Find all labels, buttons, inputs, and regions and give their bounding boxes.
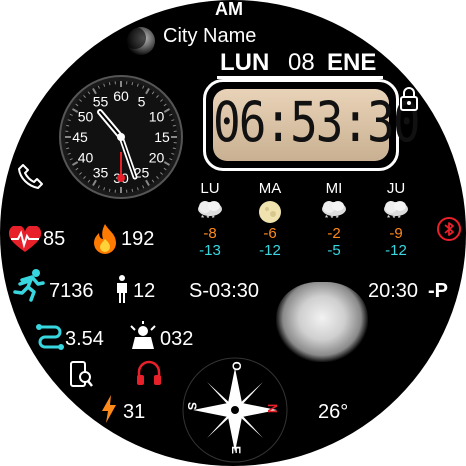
dial-tick: [108, 188, 111, 192]
standing-person-icon: [114, 275, 130, 303]
analog-subdial: 60510152025303540455055: [58, 74, 184, 200]
weather-cloud-image: [276, 282, 368, 362]
dial-tick: [66, 147, 70, 150]
dial-label: 40: [78, 150, 94, 166]
snow-cloud-icon: * * *: [314, 199, 354, 225]
forecast-day-label: LU: [200, 180, 220, 197]
svg-text:* * *: * * *: [325, 214, 339, 223]
stress-value: 032: [160, 328, 194, 350]
dial-tick: [172, 124, 176, 127]
dial-label: 10: [149, 109, 165, 125]
headphones-icon[interactable]: [135, 359, 163, 387]
dial-tick: [66, 124, 70, 127]
compass: O N S E: [180, 355, 290, 465]
date-day: 08: [288, 49, 315, 76]
running-icon: [12, 268, 46, 302]
forecast-day-label: JU: [386, 180, 406, 197]
dial-tick: [172, 147, 176, 150]
forecast-low: -5: [327, 242, 341, 259]
lock-icon: [399, 86, 419, 112]
forecast-strip: LU * * * -8 -13 MA -6 -12 MI * * * -2 -5…: [190, 180, 430, 270]
bluetooth-icon[interactable]: [436, 216, 462, 242]
dial-label: 15: [154, 129, 170, 145]
forecast-low: -12: [385, 242, 407, 259]
dial-tick: [131, 82, 134, 86]
flame-icon: [91, 222, 119, 254]
dial-label: 5: [138, 93, 146, 109]
phone-icon[interactable]: [16, 162, 44, 190]
compass-n: N: [265, 403, 281, 414]
compass-e: E: [229, 445, 244, 455]
watch-face: AM City Name LUN 08 ENE 6051015202530354…: [0, 0, 466, 466]
city-name: City Name: [163, 25, 257, 47]
lightning-icon: [100, 394, 118, 424]
dial-label: 35: [93, 165, 109, 181]
svg-text:* * *: * * *: [201, 214, 215, 223]
distance-icon: [35, 323, 65, 351]
forecast-high: -9: [389, 225, 403, 242]
floors-value: 12: [133, 280, 156, 302]
dial-label: 55: [93, 93, 109, 109]
distance-value: 3.54: [65, 328, 104, 350]
heart-rate-icon: [8, 226, 42, 254]
forecast-low: -13: [199, 242, 221, 259]
sunset-time: 20:30: [368, 280, 419, 302]
dial-tick: [108, 82, 111, 86]
sunset-suffix: -P: [428, 280, 448, 302]
dial-label: 50: [78, 109, 94, 125]
digital-time-panel: 06:53:30: [203, 79, 421, 171]
snow-cloud-icon: * * *: [376, 199, 416, 225]
forecast-low: -12: [259, 242, 281, 259]
temperature-value: 26°: [318, 401, 349, 423]
dial-label: 60: [113, 88, 129, 104]
moon-phase-icon: [124, 24, 158, 58]
dial-tick: [131, 188, 134, 192]
find-phone-icon[interactable]: [68, 360, 94, 390]
date-month: ENE: [327, 49, 377, 76]
battery-value: 31: [123, 401, 146, 423]
am-pm-indicator: AM: [215, 0, 243, 19]
forecast-high: -2: [327, 225, 341, 242]
date-weekday: LUN: [220, 49, 270, 76]
forecast-day-label: MA: [258, 180, 282, 197]
snow-cloud-icon: * * *: [190, 199, 230, 225]
calories-value: 192: [121, 228, 155, 250]
stress-icon: [126, 321, 160, 351]
svg-text:* * *: * * *: [387, 214, 401, 223]
forecast-day-0: LU * * * -8 -13: [190, 180, 230, 259]
forecast-day-label: MI: [325, 180, 343, 197]
forecast-day-1: MA -6 -12: [250, 180, 290, 259]
compass-s: S: [185, 401, 200, 411]
heart-rate-value: 85: [43, 228, 66, 250]
sunrise-time: S-03:30: [189, 280, 260, 302]
forecast-high: -6: [263, 225, 277, 242]
digital-time: 06:53:30: [213, 89, 421, 155]
forecast-high: -8: [203, 225, 217, 242]
compass-o: O: [229, 361, 244, 371]
forecast-day-3: JU * * * -9 -12: [376, 180, 416, 259]
steps-value: 7136: [49, 280, 94, 302]
dial-label: 20: [149, 150, 165, 166]
forecast-day-2: MI * * * -2 -5: [314, 180, 354, 259]
moon-icon: [250, 199, 290, 225]
dial-label: 45: [72, 129, 88, 145]
